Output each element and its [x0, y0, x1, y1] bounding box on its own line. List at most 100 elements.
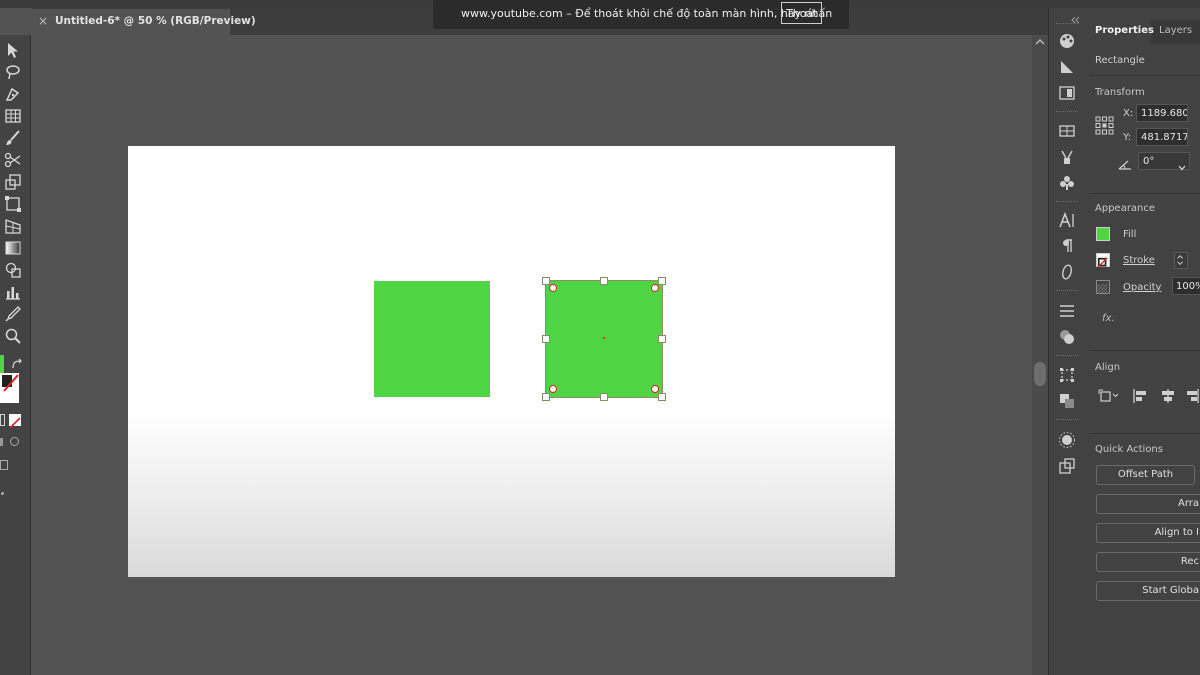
chevron-down-icon[interactable] [1177, 157, 1187, 171]
corner-radius-widget[interactable] [651, 284, 659, 292]
scale-tool-icon[interactable] [3, 172, 23, 192]
resize-handle-bottom-right[interactable] [658, 393, 666, 401]
zoom-tool-icon[interactable] [3, 326, 23, 346]
resize-handle-bottom[interactable] [600, 393, 608, 401]
tools-panel [0, 35, 31, 675]
green-rectangle[interactable] [374, 281, 490, 397]
appearance-panel-icon[interactable] [1058, 431, 1076, 449]
collapse-panels-icon[interactable] [1070, 9, 1080, 24]
panel-group-separator [1056, 419, 1078, 422]
paintbrush-tool-icon[interactable] [3, 128, 23, 148]
panel-group-separator [1056, 111, 1078, 114]
stroke-link[interactable]: Stroke [1123, 255, 1155, 266]
x-label: X: [1123, 108, 1134, 119]
shape-builder-tool-icon[interactable] [3, 260, 23, 280]
align-heading: Align [1095, 362, 1121, 373]
y-position-field[interactable]: 481.8717 [1136, 128, 1188, 146]
x-position-field[interactable]: 1189.680 [1136, 104, 1188, 122]
gradient-panel-icon[interactable] [1058, 84, 1076, 102]
document-tab-title: Untitled-6* @ 50 % (RGB/Preview) [55, 15, 256, 27]
panel-group-separator [1056, 355, 1078, 358]
recolor-button[interactable]: Rec [1096, 552, 1200, 572]
exit-fullscreen-button[interactable]: Thoát [781, 2, 823, 24]
selected-green-rectangle[interactable] [545, 280, 663, 398]
paragraph-panel-icon[interactable] [1058, 237, 1076, 255]
graph-tool-icon[interactable] [3, 282, 23, 302]
panel-group-separator [1056, 201, 1078, 204]
selection-type-label: Rectangle [1095, 55, 1145, 66]
appearance-heading: Appearance [1095, 203, 1156, 214]
opentype-panel-icon[interactable] [1058, 263, 1076, 281]
align-right-icon[interactable] [1186, 388, 1200, 404]
lasso-tool-icon[interactable] [3, 62, 23, 82]
align-to-pixel-grid-button[interactable]: Align to I [1096, 523, 1200, 543]
scissors-tool-icon[interactable] [3, 150, 23, 170]
fill-color-swatch[interactable] [1096, 227, 1110, 241]
grid-tool-icon[interactable] [3, 106, 23, 126]
resize-handle-left[interactable] [542, 335, 550, 343]
color-panel-icon[interactable] [1058, 32, 1076, 50]
fx-effects-icon[interactable]: fx. [1102, 313, 1115, 324]
corner-radius-widget[interactable] [651, 385, 659, 393]
center-point [603, 337, 605, 339]
resize-handle-bottom-left[interactable] [542, 393, 550, 401]
panel-group-separator [1056, 23, 1078, 26]
character-panel-icon[interactable] [1058, 211, 1076, 229]
fill-swatch[interactable] [0, 355, 4, 373]
artboard[interactable] [128, 146, 895, 577]
corner-radius-widget[interactable] [549, 385, 557, 393]
opacity-link[interactable]: Opacity [1123, 282, 1161, 293]
tab-properties[interactable]: Properties [1087, 20, 1154, 44]
align-left-icon[interactable] [1132, 388, 1148, 404]
resize-handle-top[interactable] [600, 277, 608, 285]
y-label: Y: [1123, 132, 1132, 143]
free-transform-tool-icon[interactable] [3, 194, 23, 214]
opacity-icon [1096, 280, 1110, 295]
gradient-tool-icon[interactable] [3, 238, 23, 258]
start-global-edit-button[interactable]: Start Globa [1096, 581, 1200, 601]
align-horizontal-center-icon[interactable] [1160, 388, 1176, 404]
swap-colors-icon[interactable] [10, 355, 24, 369]
screen-mode-icon[interactable] [0, 460, 8, 470]
pen-tool-icon[interactable] [3, 84, 23, 104]
fullscreen-notice-message: www.youtube.com – Để thoát khỏi chế độ t… [461, 7, 833, 20]
opacity-field[interactable]: 100% [1172, 277, 1200, 295]
close-tab-icon[interactable]: × [38, 14, 48, 28]
artboards-panel-icon[interactable] [1058, 457, 1076, 475]
stroke-panel-icon[interactable] [1058, 302, 1076, 320]
perspective-tool-icon[interactable] [3, 216, 23, 236]
scroll-up-icon[interactable] [1034, 38, 1046, 49]
draw-inside-icon[interactable] [10, 437, 19, 446]
fullscreen-notice: www.youtube.com – Để thoát khỏi chế độ t… [433, 0, 849, 29]
stroke-color-swatch[interactable] [1096, 253, 1110, 268]
align-to-dropdown-icon[interactable] [1097, 388, 1121, 404]
arrange-button[interactable]: Arra [1096, 494, 1200, 514]
eyedropper-tool-icon[interactable] [3, 304, 23, 324]
resize-handle-top-right[interactable] [658, 277, 666, 285]
reference-point-icon[interactable] [1095, 116, 1114, 135]
more-tools-icon[interactable] [1, 492, 4, 495]
brushes-panel-icon[interactable] [1058, 148, 1076, 166]
draw-mode-icon[interactable] [0, 438, 3, 446]
symbols-panel-icon[interactable] [1058, 174, 1076, 192]
stroke-swatch[interactable] [0, 373, 19, 403]
corner-radius-widget[interactable] [549, 284, 557, 292]
vertical-scrollbar[interactable] [1032, 35, 1048, 675]
tab-layers[interactable]: Layers [1159, 25, 1192, 36]
transform-panel-icon[interactable] [1058, 366, 1076, 384]
color-guide-icon[interactable] [1058, 58, 1076, 76]
pathfinder-panel-icon[interactable] [1058, 392, 1076, 410]
color-mode-icon[interactable] [0, 414, 5, 426]
transparency-panel-icon[interactable] [1058, 328, 1076, 346]
section-divider [1090, 193, 1200, 194]
scrollbar-thumb[interactable] [1034, 362, 1046, 386]
offset-path-button[interactable]: Offset Path [1096, 465, 1195, 485]
resize-handle-right[interactable] [658, 335, 666, 343]
document-tab[interactable]: × Untitled-6* @ 50 % (RGB/Preview) [32, 9, 256, 35]
selection-tool-icon[interactable] [3, 40, 23, 60]
swatches-panel-icon[interactable] [1058, 122, 1076, 140]
panel-group-separator [1056, 290, 1078, 293]
stroke-weight-stepper[interactable] [1174, 252, 1188, 269]
resize-handle-top-left[interactable] [542, 277, 550, 285]
none-color-icon[interactable] [9, 414, 21, 429]
